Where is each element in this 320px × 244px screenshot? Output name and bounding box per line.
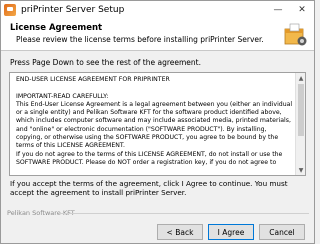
scroll-up-icon[interactable]: ▲ xyxy=(296,73,306,83)
back-button[interactable]: < Back xyxy=(157,224,203,240)
scroll-down-icon[interactable]: ▼ xyxy=(296,165,306,175)
window-controls: — ✕ xyxy=(266,1,314,19)
instruction-text: Press Page Down to see the rest of the a… xyxy=(10,58,201,67)
printer-app-icon xyxy=(4,4,16,16)
footer-divider xyxy=(59,213,309,214)
cancel-button[interactable]: Cancel xyxy=(259,224,305,240)
page-header: License Agreement Please review the lice… xyxy=(1,19,314,51)
license-text: END-USER LICENSE AGREEMENT FOR PRIPRINTE… xyxy=(16,76,293,166)
license-scrollbar[interactable]: ▲ ▼ xyxy=(295,73,305,175)
minimize-button[interactable]: — xyxy=(266,1,290,19)
close-button[interactable]: ✕ xyxy=(290,1,314,19)
page-subtitle: Please review the license terms before i… xyxy=(16,35,264,44)
installer-box-icon xyxy=(284,23,307,46)
scroll-thumb[interactable] xyxy=(298,84,304,136)
title-bar[interactable]: priPrinter Server Setup — ✕ xyxy=(1,1,314,19)
license-textbox[interactable]: END-USER LICENSE AGREEMENT FOR PRIPRINTE… xyxy=(9,72,306,176)
agree-button[interactable]: I Agree xyxy=(208,224,254,240)
setup-window: priPrinter Server Setup — ✕ License Agre… xyxy=(0,0,315,244)
window-title: priPrinter Server Setup xyxy=(21,5,125,15)
accept-instruction: If you accept the terms of the agreement… xyxy=(10,179,288,197)
page-title: License Agreement xyxy=(10,23,103,33)
